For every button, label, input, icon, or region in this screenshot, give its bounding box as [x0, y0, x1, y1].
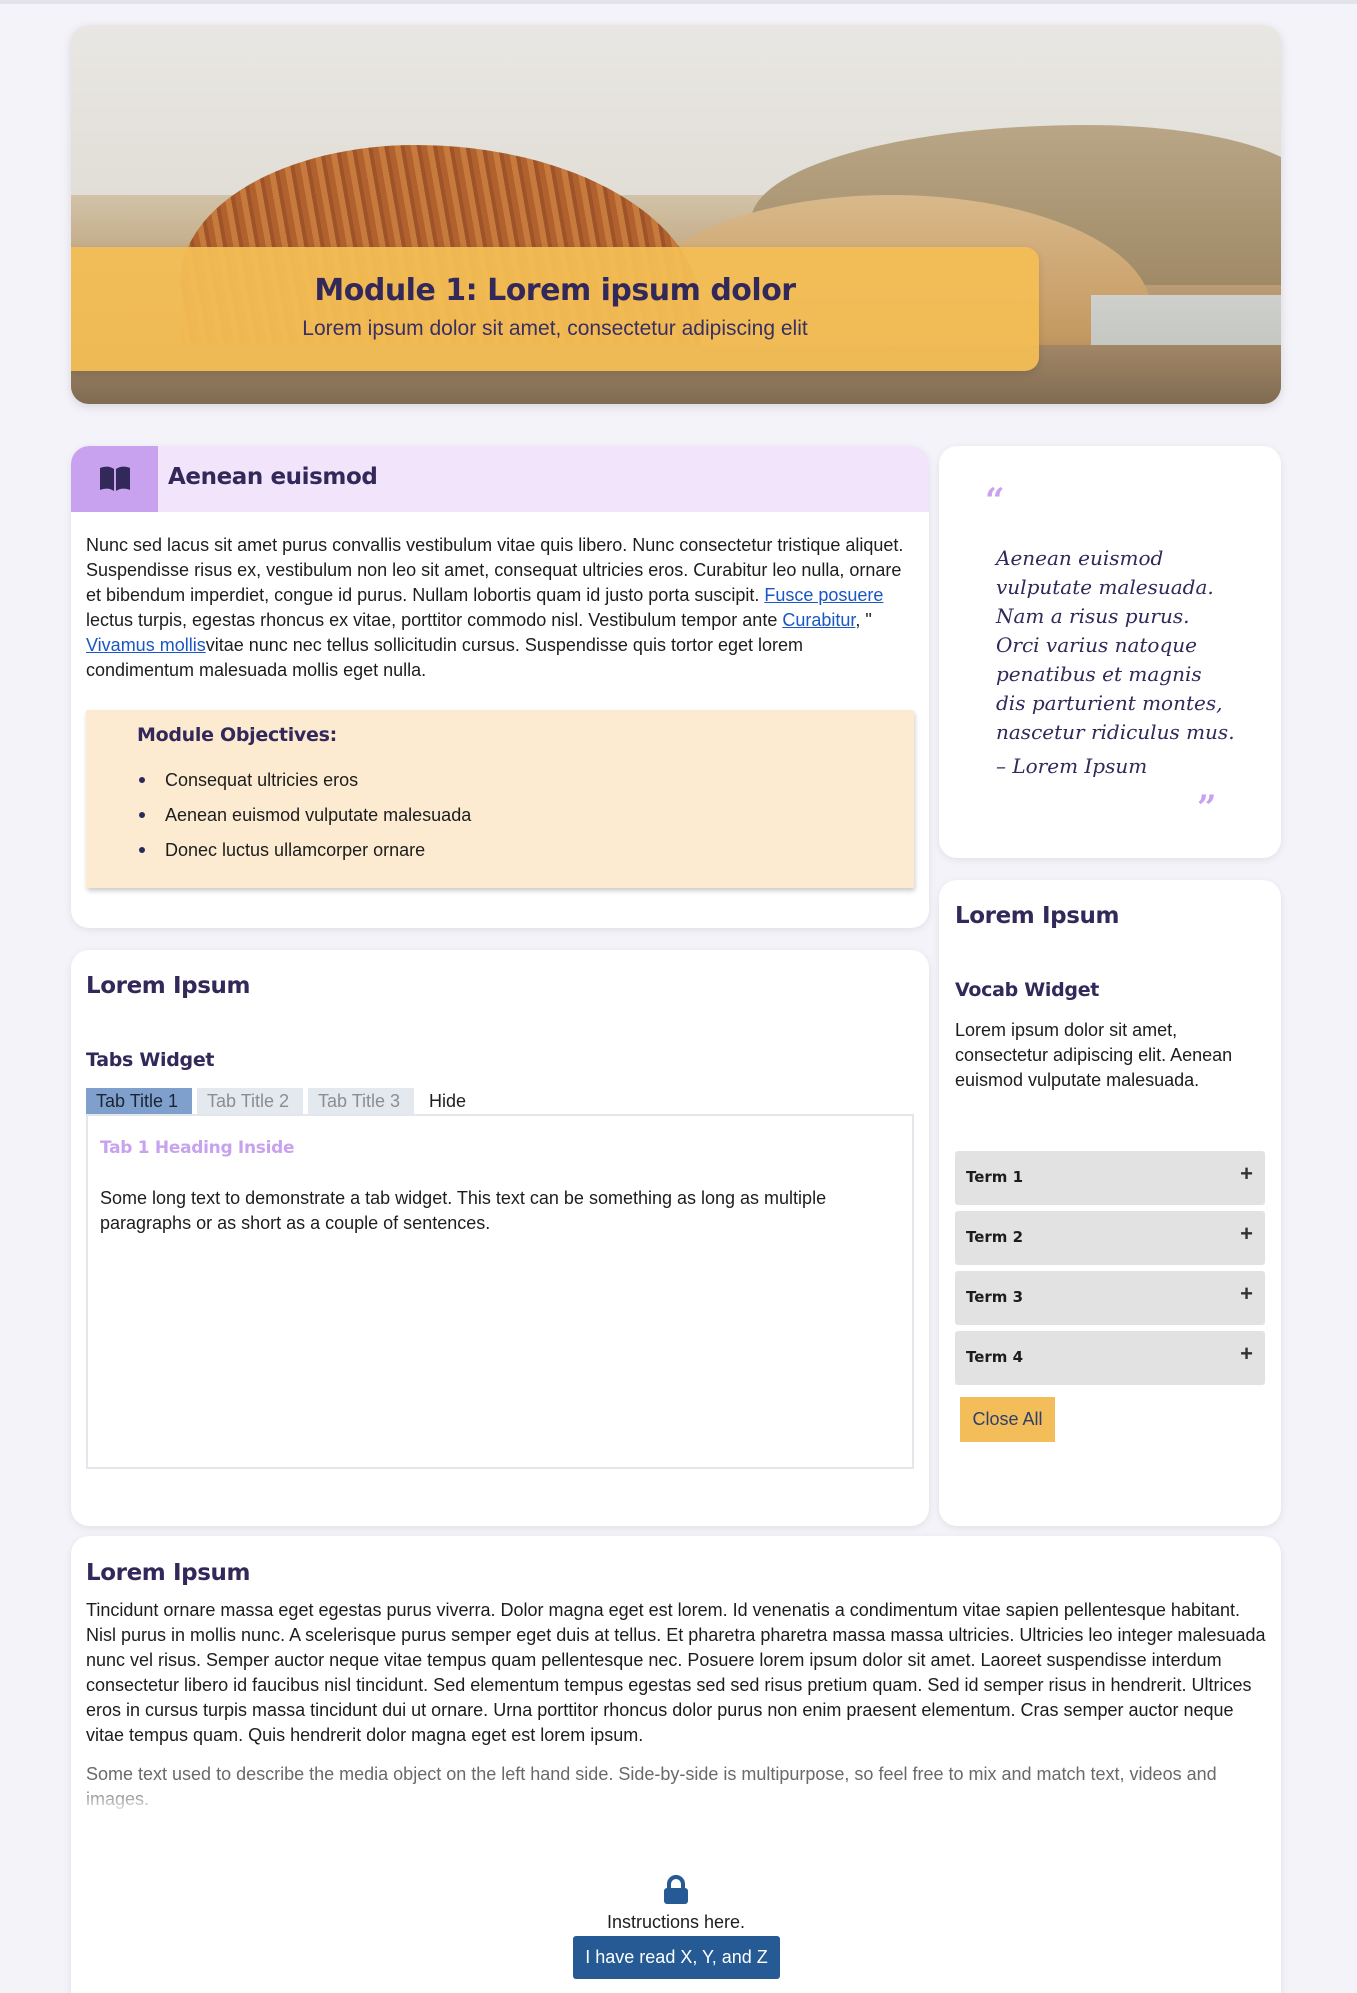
fusce-posuere-link[interactable]: Fusce posuere: [764, 585, 883, 605]
intro-text-part: , ": [855, 610, 872, 630]
instructions-text: Instructions here.: [606, 1912, 746, 1932]
vocab-card-heading: Lorem Ipsum: [955, 903, 1120, 929]
close-quote-icon: ”: [1197, 788, 1217, 828]
vocab-term-2[interactable]: Term 2 +: [955, 1211, 1265, 1265]
plus-icon: +: [1240, 1281, 1253, 1306]
vocab-card: Lorem Ipsum Vocab Widget Lorem ipsum dol…: [939, 880, 1281, 1526]
page-title: Module 1: Lorem ipsum dolor: [314, 273, 796, 308]
tab-panel: Tab 1 Heading Inside Some long text to d…: [86, 1114, 914, 1469]
plus-icon: +: [1240, 1221, 1253, 1246]
objectives-title: Module Objectives:: [137, 724, 337, 746]
curabitur-link[interactable]: Curabitur: [782, 610, 855, 630]
vocab-term-1[interactable]: Term 1 +: [955, 1151, 1265, 1205]
close-all-button[interactable]: Close All: [960, 1397, 1055, 1442]
intro-icon-box: [71, 446, 158, 512]
objective-item: Donec luctus ullamcorper ornare: [137, 838, 471, 873]
tabs-card-heading: Lorem Ipsum: [86, 973, 251, 999]
tabs-widget-title: Tabs Widget: [86, 1049, 215, 1071]
tabs-card: Lorem Ipsum Tabs Widget Tab Title 1 Tab …: [71, 950, 929, 1526]
intro-paragraph: Nunc sed lacus sit amet purus convallis …: [86, 533, 916, 683]
top-divider: [0, 0, 1357, 4]
intro-text-part: lectus turpis, egestas rhoncus ex vitae,…: [86, 610, 783, 630]
tab-title-1[interactable]: Tab Title 1: [86, 1088, 192, 1114]
bottom-card: Lorem Ipsum Tincidunt ornare massa eget …: [71, 1536, 1281, 1993]
term-label: Term 1: [966, 1168, 1024, 1186]
vocab-term-4[interactable]: Term 4 +: [955, 1331, 1265, 1385]
tab-hide[interactable]: Hide: [419, 1088, 479, 1114]
intro-card: Aenean euismod Nunc sed lacus sit amet p…: [71, 446, 929, 928]
text-fade-overlay: [86, 1786, 1266, 1816]
intro-card-header: Aenean euismod: [71, 446, 929, 512]
tab-title-2[interactable]: Tab Title 2: [197, 1088, 303, 1114]
vocab-widget-title: Vocab Widget: [955, 979, 1100, 1001]
vocab-term-3[interactable]: Term 3 +: [955, 1271, 1265, 1325]
quote-text: Aenean euismod vulputate malesuada. Nam …: [996, 546, 1235, 744]
intro-card-title: Aenean euismod: [168, 464, 378, 490]
objective-item: Consequat ultricies eros: [137, 768, 471, 803]
term-label: Term 2: [966, 1228, 1024, 1246]
lock-icon: [664, 1875, 688, 1904]
book-icon: [100, 466, 130, 491]
bottom-paragraph: Tincidunt ornare massa eget egestas puru…: [86, 1600, 1266, 1745]
vocab-description: Lorem ipsum dolor sit amet, consectetur …: [955, 1020, 1233, 1090]
tab-panel-text: Some long text to demonstrate a tab widg…: [100, 1188, 827, 1233]
open-quote-icon: “: [985, 481, 1005, 521]
plus-icon: +: [1240, 1161, 1253, 1186]
quote-card: “ Aenean euismod vulputate malesuada. Na…: [939, 446, 1281, 858]
tab-panel-heading: Tab 1 Heading Inside: [100, 1138, 295, 1158]
hero-banner: Module 1: Lorem ipsum dolor Lorem ipsum …: [71, 25, 1281, 404]
objectives-list: Consequat ultricies eros Aenean euismod …: [137, 768, 471, 873]
bottom-card-heading: Lorem Ipsum: [86, 1560, 251, 1586]
term-label: Term 3: [966, 1288, 1024, 1306]
objective-item: Aenean euismod vulputate malesuada: [137, 803, 471, 838]
term-label: Term 4: [966, 1348, 1024, 1366]
vivamus-mollis-link[interactable]: Vivamus mollis: [86, 635, 206, 655]
tab-title-3[interactable]: Tab Title 3: [308, 1088, 414, 1114]
hero-title-banner: Module 1: Lorem ipsum dolor Lorem ipsum …: [71, 247, 1039, 371]
quote-citation: – Lorem Ipsum: [996, 754, 1148, 778]
page-subtitle: Lorem ipsum dolor sit amet, consectetur …: [302, 317, 808, 340]
plus-icon: +: [1240, 1341, 1253, 1366]
objectives-box: Module Objectives: Consequat ultricies e…: [86, 710, 914, 888]
acknowledge-button[interactable]: I have read X, Y, and Z: [573, 1936, 780, 1979]
